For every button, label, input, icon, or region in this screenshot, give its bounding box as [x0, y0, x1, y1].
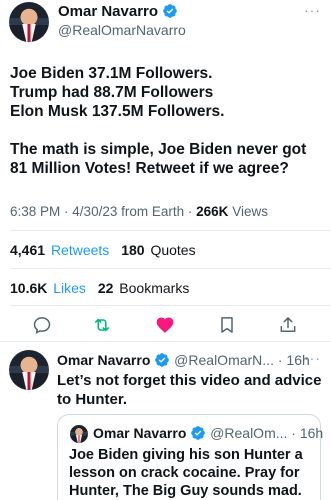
- reply-text: Let’s not forget this video and advice t…: [57, 372, 322, 408]
- divider: [10, 305, 331, 306]
- quoted-tweet[interactable]: Omar Navarro @RealOm... · 16h Joe Biden …: [57, 414, 324, 500]
- tweet-line: Elon Musk 137.5M Followers.: [10, 103, 225, 120]
- reply-author-name[interactable]: Omar Navarro: [57, 352, 150, 368]
- tweet-meta: 6:38 PM · 4/30/23 from Earth · 266K View…: [10, 204, 268, 219]
- engagement-row: 4,461 Retweets 180 Quotes: [10, 242, 204, 258]
- reply-button[interactable]: [28, 311, 56, 339]
- views-count: 266K: [196, 204, 229, 219]
- reply-icon: [33, 317, 51, 334]
- views-label: Views: [232, 204, 268, 219]
- tweet-line: Trump had 88.7M Followers: [10, 84, 214, 101]
- reply-more-options-button[interactable]: ···: [304, 350, 321, 366]
- likes-link[interactable]: 10.6K Likes: [10, 280, 90, 296]
- retweet-button[interactable]: [88, 311, 116, 339]
- quote-time: 16h: [299, 425, 324, 441]
- quote-header: Omar Navarro @RealOm... · 16h: [93, 425, 324, 441]
- bookmarks-count: 22: [97, 280, 114, 296]
- like-icon: [156, 317, 174, 333]
- quote-author-handle: @RealOm...: [210, 425, 288, 441]
- bookmarks-link[interactable]: 22 Bookmarks: [98, 280, 190, 296]
- reply-tweet[interactable]: Omar Navarro @RealOmarN... · 16h ··· Let…: [0, 342, 331, 500]
- quotes-label: Quotes: [150, 242, 196, 258]
- bookmark-button[interactable]: [213, 311, 241, 339]
- retweets-link[interactable]: 4,461 Retweets: [10, 242, 113, 258]
- share-icon: [280, 317, 296, 332]
- author-name-row[interactable]: Omar Navarro: [58, 3, 178, 20]
- tweet-line: The math is simple, Joe Biden never got …: [10, 141, 307, 177]
- divider: [10, 268, 331, 269]
- quote-author-avatar: [70, 425, 88, 443]
- reply-author-avatar[interactable]: [9, 350, 49, 390]
- more-options-button[interactable]: ···: [304, 2, 321, 18]
- bookmark-icon: [221, 317, 233, 333]
- retweet-icon: [94, 318, 110, 332]
- verified-badge-icon: [155, 353, 170, 367]
- divider: [10, 230, 331, 231]
- tweet-time[interactable]: 6:38 PM: [10, 204, 60, 219]
- reply-header: Omar Navarro @RealOmarN... · 16h: [57, 352, 310, 368]
- quote-author-name: Omar Navarro: [93, 425, 187, 441]
- verified-badge-icon: [191, 426, 206, 440]
- retweets-count: 4,461: [10, 242, 46, 258]
- likes-count: 10.6K: [10, 280, 48, 296]
- engagement-row: 10.6K Likes 22 Bookmarks: [10, 280, 197, 296]
- retweets-label: Retweets: [50, 242, 110, 258]
- quotes-link[interactable]: 180 Quotes: [121, 242, 195, 258]
- tweet-text: Joe Biden 37.1M Followers. Trump had 88.…: [10, 64, 325, 178]
- quote-text: Joe Biden giving his son Hunter a lesson…: [69, 447, 303, 499]
- like-button[interactable]: [151, 311, 179, 339]
- reply-author-handle[interactable]: @RealOmarN...: [174, 352, 274, 368]
- action-bar: [0, 311, 331, 339]
- quotes-count: 180: [121, 242, 145, 258]
- bookmarks-label: Bookmarks: [119, 280, 190, 296]
- author-avatar[interactable]: [9, 2, 49, 42]
- tweet-date[interactable]: 4/30/23: [72, 204, 117, 219]
- tweet-line: Joe Biden 37.1M Followers.: [10, 65, 213, 82]
- share-button[interactable]: [274, 311, 302, 339]
- tweet-source: from Earth: [121, 204, 185, 219]
- author-handle[interactable]: @RealOmarNavarro: [58, 22, 186, 38]
- verified-badge-icon: [163, 4, 178, 18]
- author-name[interactable]: Omar Navarro: [58, 3, 158, 20]
- tweet-header: Omar Navarro @RealOmarNavarro ···: [0, 0, 331, 46]
- likes-label: Likes: [53, 280, 86, 296]
